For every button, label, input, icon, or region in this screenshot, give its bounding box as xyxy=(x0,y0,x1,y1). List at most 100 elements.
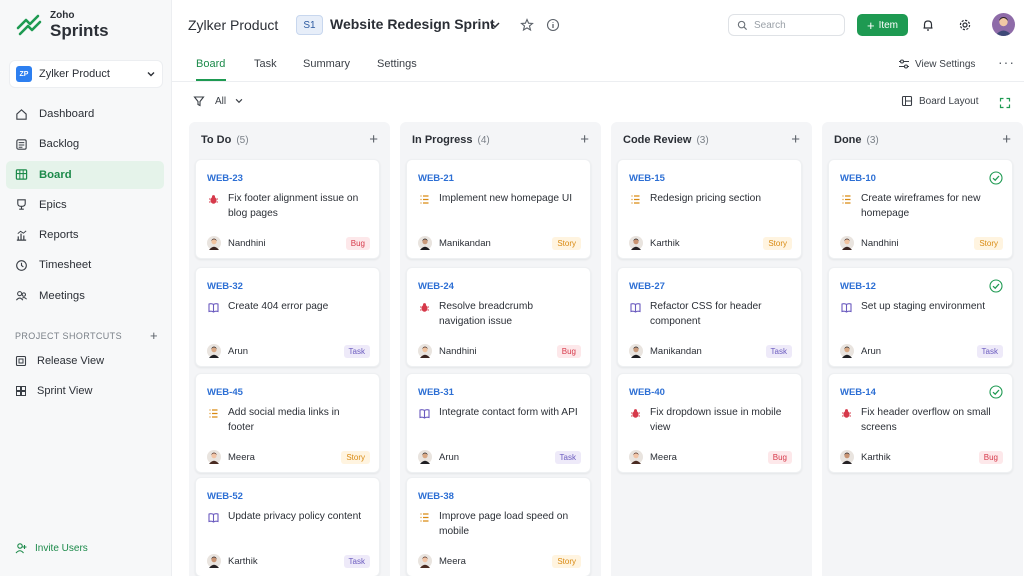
assignee-avatar xyxy=(840,344,854,358)
logo-brand: Sprints xyxy=(50,21,109,40)
add-shortcut-icon[interactable]: + xyxy=(150,328,158,343)
work-item-key[interactable]: WEB-15 xyxy=(629,173,665,184)
work-item-card[interactable]: WEB-52 Update privacy policy content Karth… xyxy=(195,477,380,576)
work-item-key[interactable]: WEB-52 xyxy=(207,491,243,502)
notifications-button[interactable] xyxy=(921,18,935,32)
assignee-avatar xyxy=(418,236,432,250)
work-item-key[interactable]: WEB-40 xyxy=(629,387,665,398)
work-item-card[interactable]: WEB-23 Fix footer alignment issue on blog… xyxy=(195,159,380,259)
work-item-card[interactable]: WEB-45 Add social media links in footer Me… xyxy=(195,373,380,473)
work-item-card[interactable]: WEB-38 Improve page load speed on mobile M… xyxy=(406,477,591,576)
work-item-key[interactable]: WEB-21 xyxy=(418,173,454,184)
work-item-key[interactable]: WEB-23 xyxy=(207,173,243,184)
work-item-card[interactable]: WEB-15 Redesign pricing section Karthik Sto… xyxy=(617,159,802,259)
work-item-key[interactable]: WEB-45 xyxy=(207,387,243,398)
work-item-card[interactable]: WEB-10 Create wireframes for new homepage… xyxy=(828,159,1013,259)
work-item-title: Integrate contact form with API xyxy=(439,407,578,418)
sidebar-item-epics[interactable]: Epics xyxy=(6,191,164,219)
column-title: To Do (5) xyxy=(201,134,249,146)
sidebar-item-label: Backlog xyxy=(39,138,80,151)
board-layout-button[interactable]: Board Layout xyxy=(901,95,979,107)
assignee-avatar xyxy=(840,236,854,250)
work-item-card[interactable]: WEB-27 Refactor CSS for header component M… xyxy=(617,267,802,367)
shortcut-sprint-view[interactable]: Sprint View xyxy=(15,381,92,401)
add-card-icon[interactable]: + xyxy=(1002,131,1011,148)
sidebar-item-meetings[interactable]: Meetings xyxy=(6,282,164,310)
info-button[interactable] xyxy=(546,18,560,32)
work-item-key[interactable]: WEB-38 xyxy=(418,491,454,502)
work-item-card[interactable]: WEB-24 Resolve breadcrumb navigation issu… xyxy=(406,267,591,367)
assignee-name: Meera xyxy=(228,452,255,463)
shortcut-release-view[interactable]: Release View xyxy=(15,351,104,371)
work-item-card[interactable]: WEB-40 Fix dropdown issue in mobile view M… xyxy=(617,373,802,473)
work-item-key[interactable]: WEB-14 xyxy=(840,387,876,398)
view-settings-button[interactable]: View Settings xyxy=(898,58,975,70)
work-item-key[interactable]: WEB-24 xyxy=(418,281,454,292)
sidebar-item-label: Epics xyxy=(39,198,67,211)
work-item-title: Update privacy policy content xyxy=(228,511,362,522)
sidebar-item-label: Timesheet xyxy=(39,259,92,272)
search-icon xyxy=(737,20,748,30)
work-item-card[interactable]: WEB-21 Implement new homepage UI Manikanda… xyxy=(406,159,591,259)
product-title[interactable]: Zylker Product xyxy=(188,17,278,33)
sprint-dropdown-button[interactable] xyxy=(488,18,502,32)
search-input[interactable] xyxy=(754,19,834,31)
add-card-icon[interactable]: + xyxy=(369,131,378,148)
filter-dropdown[interactable]: All xyxy=(193,95,244,107)
tab-board[interactable]: Board xyxy=(196,58,225,70)
add-card-icon[interactable]: + xyxy=(791,131,800,148)
sliders-icon xyxy=(899,59,909,69)
add-card-icon[interactable]: + xyxy=(580,131,589,148)
sidebar-item-timesheet[interactable]: Timesheet xyxy=(6,251,164,279)
work-item-key[interactable]: WEB-12 xyxy=(840,281,876,292)
column-count: (4) xyxy=(477,135,490,146)
sprint-title[interactable]: Website Redesign Sprint xyxy=(330,16,495,32)
shortcut-label: Sprint View xyxy=(37,385,93,397)
work-item-key[interactable]: WEB-10 xyxy=(840,173,876,184)
project-selector[interactable]: ZP Zylker Product xyxy=(9,60,163,88)
work-item-title: Fix footer alignment issue on blog pages xyxy=(228,193,359,219)
tab-task[interactable]: Task xyxy=(254,58,277,70)
work-item-title: Create wireframes for new homepage xyxy=(861,193,981,219)
sidebar-item-reports[interactable]: Reports xyxy=(6,221,164,249)
work-item-title: Refactor CSS for header component xyxy=(650,301,762,327)
story-type-icon xyxy=(208,406,219,418)
story-type-icon xyxy=(630,192,641,204)
home-icon xyxy=(16,108,27,120)
work-item-card[interactable]: WEB-12 Set up staging environment Arun Task xyxy=(828,267,1013,367)
work-item-key[interactable]: WEB-31 xyxy=(418,387,454,398)
tab-settings[interactable]: Settings xyxy=(377,58,417,70)
invite-users-link[interactable]: Invite Users xyxy=(15,542,88,554)
board-column-to-do: To Do (5) + WEB-23 Fix footer alignment issu… xyxy=(189,122,390,576)
completed-check-icon xyxy=(989,385,1003,399)
assignee-avatar xyxy=(629,450,643,464)
sidebar-item-board[interactable]: Board xyxy=(6,160,164,189)
fullscreen-button[interactable] xyxy=(999,96,1011,114)
invite-label: Invite Users xyxy=(35,542,88,554)
zoho-sprints-logo[interactable]: Zoho Sprints xyxy=(14,10,109,40)
work-item-card[interactable]: WEB-31 Integrate contact form with API Aru… xyxy=(406,373,591,473)
more-options-icon[interactable]: ··· xyxy=(998,54,1015,70)
favorite-button[interactable] xyxy=(520,18,534,32)
column-title: Code Review (3) xyxy=(623,134,709,146)
work-item-key[interactable]: WEB-32 xyxy=(207,281,243,292)
work-item-card[interactable]: WEB-14 Fix header overflow on small scree… xyxy=(828,373,1013,473)
filter-label: All xyxy=(215,95,227,107)
add-item-label: Item xyxy=(878,19,899,31)
work-item-key[interactable]: WEB-27 xyxy=(629,281,665,292)
assignee-name: Meera xyxy=(439,556,466,567)
add-item-button[interactable]: + Item xyxy=(857,14,908,36)
top-header: Zylker Product S1 Website Redesign Sprin… xyxy=(172,0,1024,50)
work-item-card[interactable]: WEB-32 Create 404 error page Arun Task xyxy=(195,267,380,367)
settings-button[interactable] xyxy=(958,18,972,32)
tab-summary[interactable]: Summary xyxy=(303,58,350,70)
column-count: (3) xyxy=(696,135,709,146)
search-box[interactable] xyxy=(728,14,845,36)
sidebar-item-backlog[interactable]: Backlog xyxy=(6,130,164,158)
board-column-code-review: Code Review (3) + WEB-15 Redesign pricing se… xyxy=(611,122,812,576)
user-avatar[interactable] xyxy=(992,13,1015,36)
sidebar-item-dashboard[interactable]: Dashboard xyxy=(6,100,164,128)
column-title-text: To Do xyxy=(201,134,232,146)
work-item-title: Set up staging environment xyxy=(861,301,986,312)
bug-type-icon xyxy=(841,406,852,418)
